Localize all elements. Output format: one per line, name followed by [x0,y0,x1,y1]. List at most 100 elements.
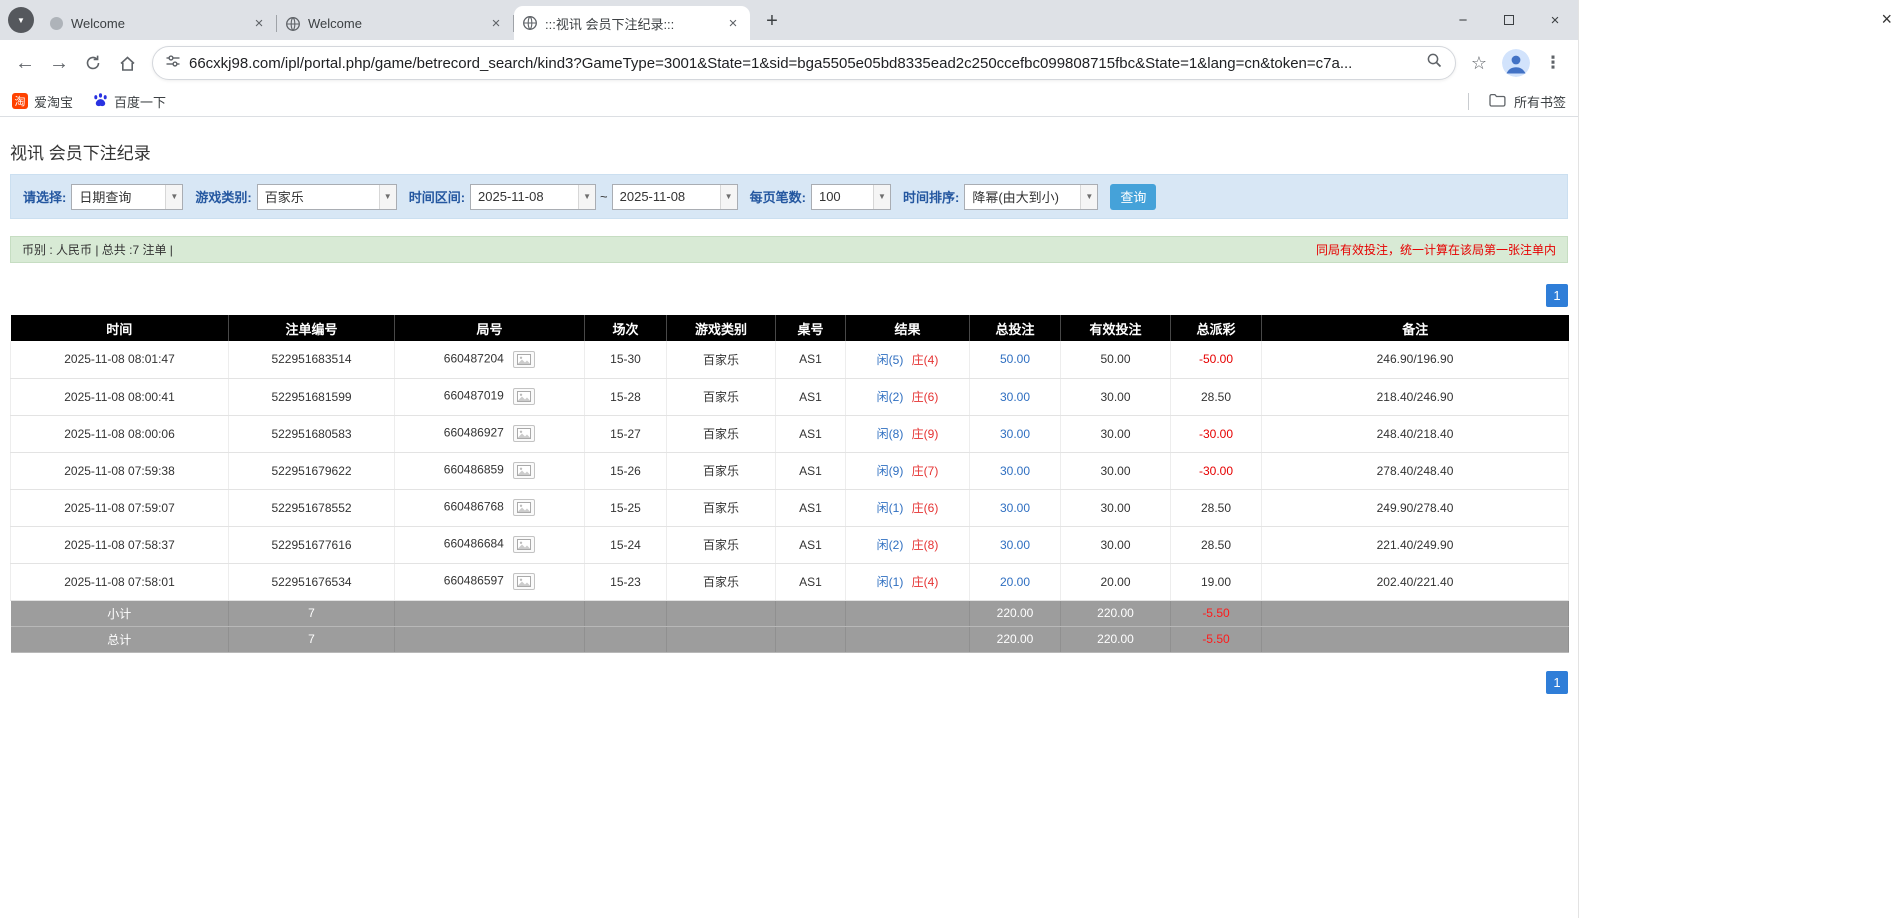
tab-betrecord-active[interactable]: :::视讯 会员下注纪录::: × [514,6,750,40]
cell-session: 15-24 [585,526,667,563]
screen: ▼ Welcome × Welcome × [0,0,1899,918]
bookmark-baidu[interactable]: 百度一下 [93,92,166,111]
game-type-select[interactable]: 百家乐 ▼ [257,184,397,210]
round-detail-icon[interactable] [513,536,535,553]
tab-welcome-2[interactable]: Welcome × [277,7,513,40]
cell-bet-id: 522951676534 [229,563,395,600]
total-payout: -5.50 [1171,626,1262,652]
cell-payout: 28.50 [1171,378,1262,415]
query-type-select[interactable]: 日期查询 ▼ [71,184,183,210]
close-tab-icon[interactable]: × [250,15,268,33]
page-size-select[interactable]: 100 ▼ [811,184,891,210]
browser-window: ▼ Welcome × Welcome × [0,0,1578,918]
url-text[interactable]: 66cxkj98.com/ipl/portal.php/game/betreco… [189,55,1416,72]
minimize-button[interactable]: − [1440,0,1486,40]
result-banker: 庄(8) [912,538,939,552]
round-detail-icon[interactable] [513,425,535,442]
site-settings-icon[interactable] [165,53,181,74]
total-total-bet: 220.00 [970,626,1061,652]
sort-value: 降幂(由大到小) [965,187,1080,206]
close-window-button[interactable]: × [1532,0,1578,40]
cell-valid-bet: 50.00 [1061,341,1171,378]
cell-table-no: AS1 [776,378,846,415]
round-number: 660487204 [444,351,504,365]
cell-note: 246.90/196.90 [1262,341,1569,378]
round-detail-icon[interactable] [513,351,535,368]
cell-round: 660487204 [395,341,585,378]
tab-welcome-1[interactable]: Welcome × [40,7,276,40]
date-to-value: 2025-11-08 [613,189,720,204]
page-1-button[interactable]: 1 [1546,671,1568,694]
empty-cell [667,626,776,652]
round-number: 660486927 [444,426,504,440]
empty-cell [776,600,846,626]
cell-total-bet: 30.00 [970,489,1061,526]
sort-select[interactable]: 降幂(由大到小) ▼ [964,184,1098,210]
result-banker: 庄(6) [912,390,939,404]
address-bar[interactable]: 66cxkj98.com/ipl/portal.php/game/betreco… [152,46,1456,80]
cell-time: 2025-11-08 07:59:38 [11,452,229,489]
result-banker: 庄(9) [912,427,939,441]
subtotal-label: 小计 [11,600,229,626]
chevron-down-icon: ▼ [17,16,25,25]
empty-cell [776,626,846,652]
tab-search-button[interactable]: ▼ [8,7,34,33]
maximize-button[interactable] [1486,0,1532,40]
profile-avatar[interactable] [1502,49,1530,77]
cell-game-type: 百家乐 [667,563,776,600]
date-separator: ~ [600,189,608,204]
empty-cell [846,600,970,626]
tab-title: Welcome [71,16,243,31]
cell-round: 660486927 [395,415,585,452]
header-game-type: 游戏类别 [667,315,776,341]
round-detail-icon[interactable] [513,462,535,479]
cell-note: 248.40/218.40 [1262,415,1569,452]
background-window-close-icon[interactable]: × [1881,9,1892,30]
browser-menu-icon[interactable]: ⋮ [1538,48,1568,78]
cell-table-no: AS1 [776,526,846,563]
empty-cell [395,600,585,626]
new-tab-button[interactable]: + [758,7,786,35]
cell-payout: 28.50 [1171,526,1262,563]
close-tab-icon[interactable]: × [487,15,505,33]
query-type-label: 请选择: [23,187,66,206]
reload-button[interactable] [76,46,110,80]
cell-result: 闲(9) 庄(7) [846,452,970,489]
date-from-select[interactable]: 2025-11-08 ▼ [470,184,596,210]
bet-table: 时间 注单编号 局号 场次 游戏类别 桌号 结果 总投注 有效投注 总派彩 备注… [10,315,1569,653]
all-bookmarks-button[interactable]: 所有书签 [1468,92,1566,111]
round-detail-icon[interactable] [513,499,535,516]
close-tab-icon[interactable]: × [724,14,742,32]
round-detail-icon[interactable] [513,388,535,405]
round-number: 660486768 [444,500,504,514]
search-button[interactable]: 查询 [1110,184,1156,210]
bookmarks-separator [1468,93,1469,110]
cell-result: 闲(1) 庄(4) [846,563,970,600]
subtotal-count: 7 [229,600,395,626]
back-button[interactable]: ← [8,46,42,80]
round-detail-icon[interactable] [513,573,535,590]
home-button[interactable] [110,46,144,80]
cell-time: 2025-11-08 08:01:47 [11,341,229,378]
forward-button[interactable]: → [42,46,76,80]
cell-payout: -50.00 [1171,341,1262,378]
result-player: 闲(1) [877,501,904,515]
pagination-bottom: 1 [10,671,1568,694]
bookmark-star-icon[interactable]: ☆ [1464,48,1494,78]
page-1-button[interactable]: 1 [1546,284,1568,307]
cell-result: 闲(2) 庄(6) [846,378,970,415]
result-banker: 庄(6) [912,501,939,515]
table-row: 2025-11-08 07:58:37 522951677616 6604866… [11,526,1569,563]
cell-time: 2025-11-08 07:58:01 [11,563,229,600]
date-to-select[interactable]: 2025-11-08 ▼ [612,184,738,210]
cell-total-bet: 20.00 [970,563,1061,600]
header-table-no: 桌号 [776,315,846,341]
chevron-down-icon: ▼ [578,185,595,209]
header-session: 场次 [585,315,667,341]
cell-valid-bet: 30.00 [1061,378,1171,415]
date-range-label: 时间区间: [409,187,465,206]
zoom-icon[interactable] [1426,52,1443,74]
bookmark-taobao[interactable]: 淘 爱淘宝 [12,92,73,111]
cell-valid-bet: 30.00 [1061,489,1171,526]
table-row: 2025-11-08 08:01:47 522951683514 6604872… [11,341,1569,378]
